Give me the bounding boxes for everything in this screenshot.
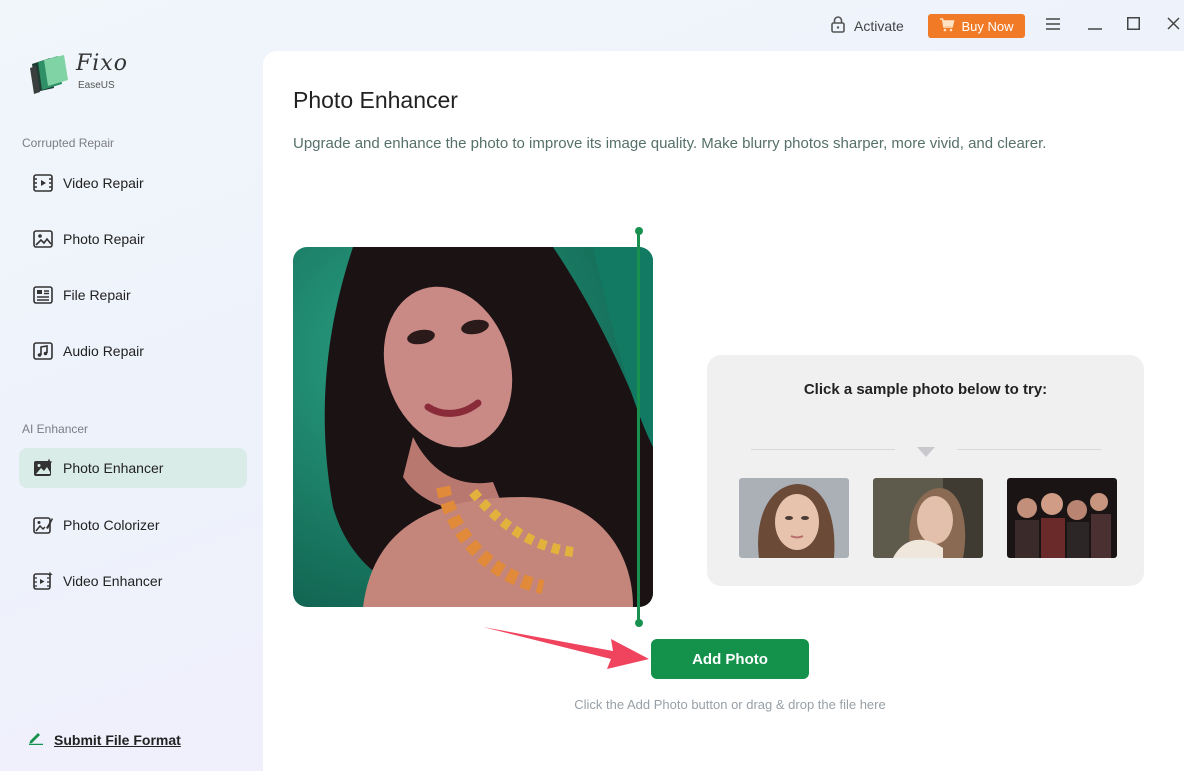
- buy-now-label: Buy Now: [961, 18, 1014, 34]
- photo-colorizer-icon: [32, 515, 53, 536]
- sample-photo-1[interactable]: [739, 478, 849, 558]
- maximize-button[interactable]: [1123, 16, 1143, 36]
- maximize-icon: [1126, 17, 1140, 35]
- triangle-down-icon: [917, 445, 935, 463]
- sidebar-item-label: Video Enhancer: [63, 573, 163, 589]
- sample-photos-panel: Click a sample photo below to try:: [707, 355, 1144, 586]
- submit-file-format-link[interactable]: Submit File Format: [28, 729, 181, 750]
- main-panel: Photo Enhancer Upgrade and enhance the p…: [263, 51, 1184, 771]
- divider: [751, 449, 895, 450]
- logo-subtitle: EaseUS: [78, 80, 115, 91]
- sidebar-item-photo-enhancer[interactable]: Photo Enhancer: [19, 448, 247, 488]
- close-button[interactable]: [1163, 16, 1183, 36]
- app-logo: Fixo EaseUS: [28, 50, 138, 94]
- lock-icon: [830, 15, 846, 38]
- section-label-corrupted-repair: Corrupted Repair: [22, 136, 115, 150]
- preview-photo: [293, 247, 653, 607]
- activate-button[interactable]: Activate: [830, 15, 904, 37]
- compare-slider-top-handle[interactable]: [634, 227, 643, 235]
- divider: [957, 449, 1101, 450]
- sidebar-item-file-repair[interactable]: File Repair: [19, 275, 247, 315]
- cart-icon: [939, 17, 956, 35]
- page-description: Upgrade and enhance the photo to improve…: [293, 135, 1047, 152]
- add-photo-button[interactable]: Add Photo: [651, 639, 809, 679]
- submit-file-format-label: Submit File Format: [54, 731, 181, 748]
- buy-now-button[interactable]: Buy Now: [928, 14, 1025, 38]
- page-title: Photo Enhancer: [293, 87, 458, 113]
- audio-repair-icon: [32, 341, 53, 362]
- sample-photo-2[interactable]: [873, 478, 983, 558]
- photo-repair-icon: [32, 229, 53, 250]
- sidebar-item-label: Photo Repair: [63, 231, 145, 247]
- sidebar-item-label: Video Repair: [63, 175, 144, 191]
- pointer-arrow-icon: [483, 623, 651, 676]
- file-repair-icon: [32, 285, 53, 306]
- sidebar-item-photo-repair[interactable]: Photo Repair: [19, 219, 247, 259]
- sidebar-item-photo-colorizer[interactable]: Photo Colorizer: [19, 505, 247, 545]
- sidebar-item-video-enhancer[interactable]: Video Enhancer: [19, 561, 247, 601]
- sidebar-item-audio-repair[interactable]: Audio Repair: [19, 331, 247, 371]
- sidebar-item-label: Photo Enhancer: [63, 460, 164, 476]
- fixo-logo-icon: [28, 54, 70, 99]
- drag-drop-hint: Click the Add Photo button or drag & dro…: [574, 697, 886, 712]
- title-bar: Activate Buy Now: [0, 0, 1184, 52]
- sample-photo-3[interactable]: [1007, 478, 1117, 558]
- hamburger-menu-icon: [1046, 17, 1060, 35]
- video-repair-icon: [32, 173, 53, 194]
- close-icon: [1166, 17, 1180, 35]
- section-label-ai-enhancer: AI Enhancer: [22, 422, 89, 436]
- minimize-button[interactable]: [1085, 16, 1105, 36]
- sidebar-item-label: Audio Repair: [63, 343, 144, 359]
- samples-title: Click a sample photo below to try:: [803, 381, 1048, 398]
- activate-label: Activate: [854, 18, 904, 34]
- menu-button[interactable]: [1043, 16, 1063, 36]
- logo-name: Fixo: [76, 51, 128, 76]
- photo-enhancer-icon: [32, 458, 53, 479]
- sidebar-item-video-repair[interactable]: Video Repair: [19, 163, 247, 203]
- compare-slider[interactable]: [637, 231, 640, 623]
- video-enhancer-icon: [32, 571, 53, 592]
- minimize-icon: [1088, 17, 1102, 35]
- sidebar-item-label: Photo Colorizer: [63, 517, 160, 533]
- pencil-icon: [28, 729, 44, 750]
- sidebar-item-label: File Repair: [63, 287, 131, 303]
